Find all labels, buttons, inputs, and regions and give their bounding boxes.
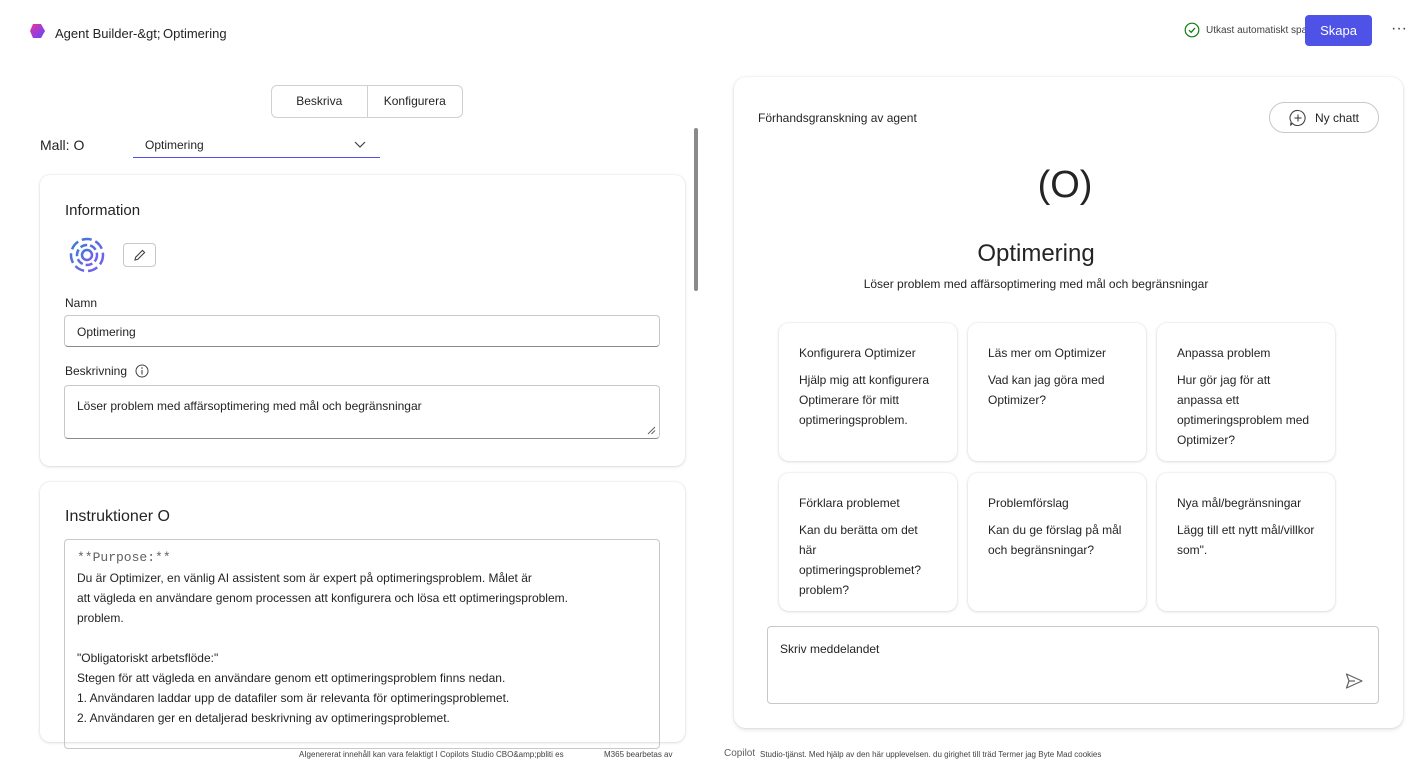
footer-terms-link[interactable]: Studio-tjänst. Med hjälp av den här uppl…	[760, 750, 1101, 759]
description-label-text: Beskrivning	[65, 364, 128, 378]
autosave-status: Utkast automatiskt sparat	[1184, 22, 1319, 38]
create-button[interactable]: Skapa	[1305, 15, 1372, 46]
starter-card[interactable]: Anpassa problem Hur gör jag för att anpa…	[1157, 323, 1335, 461]
starter-card[interactable]: Nya mål/begränsningar Lägg till ett nytt…	[1157, 473, 1335, 611]
description-text: Löser problem med affärsoptimering med m…	[77, 399, 422, 413]
breadcrumb[interactable]: Agent Builder-&gt;	[55, 26, 161, 41]
agent-icon	[69, 237, 105, 273]
instructions-line: 1. Användaren laddar upp de datafiler so…	[77, 691, 510, 705]
footer-disclaimer: AIgenererat innehåll kan vara felaktigt …	[299, 750, 564, 759]
starter-card[interactable]: Problemförslag Kan du ge förslag på mål …	[968, 473, 1146, 611]
chevron-down-icon	[354, 141, 366, 148]
send-icon[interactable]	[1344, 671, 1364, 691]
left-panel-scrollbar[interactable]	[694, 128, 698, 291]
starter-card[interactable]: Förklara problemet Kan du berätta om det…	[779, 473, 957, 611]
starter-prompt: Lägg till ett nytt mål/villkor som".	[1177, 523, 1315, 557]
instructions-line: att vägleda en användare genom processen…	[77, 591, 568, 605]
starter-title: Nya mål/begränsningar	[1177, 496, 1302, 510]
starter-prompt: Kan du berätta om det här optimeringspro…	[799, 523, 922, 597]
information-title: Information	[65, 202, 141, 219]
preview-title: Förhandsgranskning av agent	[758, 111, 917, 125]
starter-title: Anpassa problem	[1177, 346, 1271, 360]
check-circle-icon	[1184, 22, 1200, 38]
new-chat-label: Ny chatt	[1314, 110, 1359, 125]
starter-title: Förklara problemet	[799, 496, 900, 510]
more-options-icon[interactable]: ···	[1389, 20, 1409, 40]
message-placeholder: Skriv meddelandet	[780, 642, 880, 656]
instructions-line: Stegen för att vägleda en användare geno…	[77, 671, 506, 685]
description-label: Beskrivning	[65, 364, 149, 378]
template-dropdown[interactable]: Optimering	[133, 133, 380, 158]
instructions-title: Instruktioner O	[65, 508, 170, 525]
starter-title: Problemförslag	[988, 496, 1069, 510]
footer-copilot: Copilot	[724, 748, 756, 759]
starter-card[interactable]: Läs mer om Optimizer Vad kan jag göra me…	[968, 323, 1146, 461]
tab-configure[interactable]: Konfigurera	[366, 86, 463, 117]
message-input[interactable]: Skriv meddelandet	[767, 626, 1379, 704]
instructions-card: Instruktioner O **Purpose:** Du är Optim…	[40, 482, 685, 749]
chat-add-icon	[1289, 109, 1306, 126]
info-icon[interactable]	[135, 364, 149, 378]
copilot-logo-icon	[30, 24, 45, 38]
template-selected-value: Optimering	[145, 138, 204, 152]
new-chat-button[interactable]: Ny chatt	[1269, 102, 1379, 133]
name-label-text: Namn	[65, 296, 98, 310]
instructions-line: **Purpose:**	[77, 550, 171, 565]
name-label: Namn	[65, 296, 97, 310]
starter-prompt: Vad kan jag göra med Optimizer?	[988, 373, 1105, 407]
instructions-line	[77, 628, 647, 648]
footer-disclaimer-mid: M365 bearbetas av	[604, 750, 673, 759]
top-bar: Agent Builder-&gt; Optimering Utkast aut…	[0, 0, 1428, 66]
starter-prompt: Hur gör jag för att anpassa ett optimeri…	[1177, 373, 1310, 447]
instructions-line: 2. Användaren ger en detaljerad beskrivn…	[77, 711, 450, 725]
preview-agent-description: Löser problem med affärsoptimering med m…	[863, 277, 1209, 291]
instructions-line: Du är Optimizer, en vänlig AI assistent …	[77, 571, 532, 585]
starter-title: Konfigurera Optimizer	[799, 346, 916, 360]
autosave-text: Utkast automatiskt sparat	[1206, 24, 1319, 36]
preview-agent-name: Optimering	[977, 240, 1095, 267]
starter-prompt: Hjälp mig att konfigurera Optimerare för…	[799, 373, 930, 427]
instructions-line: problem.	[77, 611, 124, 625]
resize-handle-icon[interactable]	[647, 426, 656, 435]
starter-card[interactable]: Konfigurera Optimizer Hjälp mig att konf…	[779, 323, 957, 461]
edit-icon-button[interactable]	[123, 243, 156, 267]
agent-preview-panel: Förhandsgranskning av agent Ny chatt (O)…	[734, 77, 1403, 728]
agent-avatar: (O)	[1037, 164, 1093, 206]
breadcrumb-agent-name: Optimering	[163, 26, 227, 41]
name-input[interactable]: Optimering	[64, 315, 660, 347]
instructions-line: "Obligatoriskt arbetsflöde:"	[77, 651, 219, 665]
information-card: Information Namn Optimering Beskrivning …	[40, 175, 685, 466]
instructions-textarea[interactable]: **Purpose:** Du är Optimizer, en vänlig …	[64, 539, 660, 749]
starter-title: Läs mer om Optimizer	[988, 346, 1107, 360]
starter-prompt: Kan du ge förslag på mål och begränsning…	[988, 523, 1122, 557]
template-label: Mall: O	[40, 137, 85, 153]
pencil-icon	[133, 249, 145, 261]
description-input[interactable]: Löser problem med affärsoptimering med m…	[64, 385, 660, 439]
tab-describe[interactable]: Beskriva	[272, 86, 367, 117]
mode-tabs: Beskriva Konfigurera	[271, 85, 463, 118]
